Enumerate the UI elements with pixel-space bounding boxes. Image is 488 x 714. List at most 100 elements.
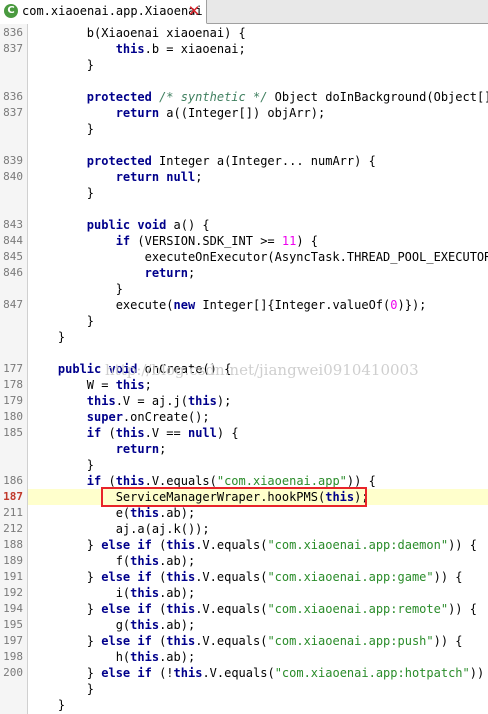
code-token: )}); [397, 298, 427, 312]
code-token: .V.equals( [144, 474, 217, 488]
line-number: 200 [3, 666, 23, 679]
line-number: 845 [3, 250, 23, 263]
code-line: } else if (this.V.equals("com.xiaoenai.a… [29, 601, 477, 617]
code-line: aj.a(aj.k()); [29, 521, 210, 537]
code-token: ); [216, 394, 232, 408]
code-line: } [29, 313, 94, 329]
line-number: 844 [3, 234, 23, 247]
code-line: return; [29, 441, 167, 457]
code-token: if [137, 666, 152, 680]
code-token: )) { [433, 570, 463, 584]
code-token: } [29, 314, 95, 328]
code-token: } [29, 458, 95, 472]
line-number: 837 [3, 42, 23, 55]
code-line: f(this.ab); [29, 553, 196, 569]
code-token: Integer a(Integer... numArr) { [151, 154, 376, 168]
code-token: this [115, 426, 145, 440]
code-token: this [115, 378, 145, 392]
code-token: .ab); [159, 650, 196, 664]
code-token: else [101, 634, 131, 648]
code-line: this.V = aj.j(this); [29, 393, 232, 409]
tab-xiaoenai[interactable]: C com.xiaoenai.app.Xiaoenai ✕ [0, 0, 207, 24]
code-line: } [29, 329, 65, 345]
code-token: return [115, 442, 160, 456]
code-token: } [29, 538, 102, 552]
code-token: if [137, 602, 152, 616]
code-token: public [86, 218, 131, 232]
code-token: ( [101, 426, 116, 440]
code-token: b(Xiaoenai xiaoenai) { [29, 26, 246, 40]
code-token: ) { [216, 426, 239, 440]
code-line: this.b = xiaoenai; [29, 41, 246, 57]
line-number: 185 [3, 426, 23, 439]
code-token: this [166, 570, 196, 584]
code-token: f( [29, 554, 131, 568]
code-token: .V.equals( [195, 602, 268, 616]
line-number: 195 [3, 618, 23, 631]
line-number: 839 [3, 154, 23, 167]
code-line: public void a() { [29, 217, 210, 233]
code-token: this [115, 42, 145, 56]
line-number: 211 [3, 506, 23, 519]
code-token: new [173, 298, 196, 312]
code-token: this [173, 666, 203, 680]
code-token: g( [29, 618, 131, 632]
close-icon[interactable]: ✕ [186, 3, 202, 19]
code-line: } [29, 697, 65, 713]
code-token: ; [144, 378, 152, 392]
code-token: } [29, 186, 95, 200]
code-token: } [29, 634, 102, 648]
code-line: executeOnExecutor(AsyncTask.THREAD_POOL_… [29, 249, 488, 265]
code-token: ; [195, 170, 203, 184]
code-token: null [166, 170, 196, 184]
code-token: e( [29, 506, 131, 520]
code-line: return null; [29, 169, 203, 185]
line-number: 840 [3, 170, 23, 183]
code-token: a() { [166, 218, 210, 232]
code-token: ( [151, 538, 167, 552]
code-token: "com.xiaoenai.app:daemon" [267, 538, 449, 552]
code-line: W = this; [29, 377, 152, 393]
code-token: "com.xiaoenai.app:remote" [267, 602, 449, 616]
line-number: 187 [3, 490, 23, 503]
code-line: if (VERSION.SDK_INT >= 11) { [29, 233, 318, 249]
line-number: 194 [3, 602, 23, 615]
code-token: } [29, 58, 95, 72]
code-token: .V == [144, 426, 188, 440]
code-token: this [187, 394, 217, 408]
code-token: h( [29, 650, 131, 664]
code-token: else [101, 666, 131, 680]
code-token: void [137, 218, 167, 232]
code-editor[interactable]: 836 b(Xiaoenai xiaoenai) {837 this.b = x… [0, 24, 488, 714]
code-line: } [29, 281, 123, 297]
line-number: 197 [3, 634, 23, 647]
code-line: } else if (this.V.equals("com.xiaoenai.a… [29, 537, 477, 553]
code-token: this [115, 474, 145, 488]
code-token: .ab); [159, 554, 196, 568]
code-line: } [29, 121, 94, 137]
code-line: protected Integer a(Integer... numArr) { [29, 153, 376, 169]
code-line: super.onCreate(); [29, 409, 210, 425]
code-token: } [29, 282, 123, 296]
code-token: 0 [390, 298, 398, 312]
code-line: g(this.ab); [29, 617, 196, 633]
class-file-icon: C [4, 4, 18, 18]
code-line: execute(new Integer[]{Integer.valueOf(0)… [29, 297, 427, 313]
code-token: this [130, 554, 160, 568]
code-token: ) { [296, 234, 319, 248]
code-token: if [115, 234, 131, 248]
code-token: a((Integer[]) objArr); [159, 106, 326, 120]
code-token: i( [29, 586, 131, 600]
code-line: } else if (!this.V.equals("com.xiaoenai.… [29, 665, 488, 681]
code-token: Object doInBackground(Object[] o [267, 90, 488, 104]
